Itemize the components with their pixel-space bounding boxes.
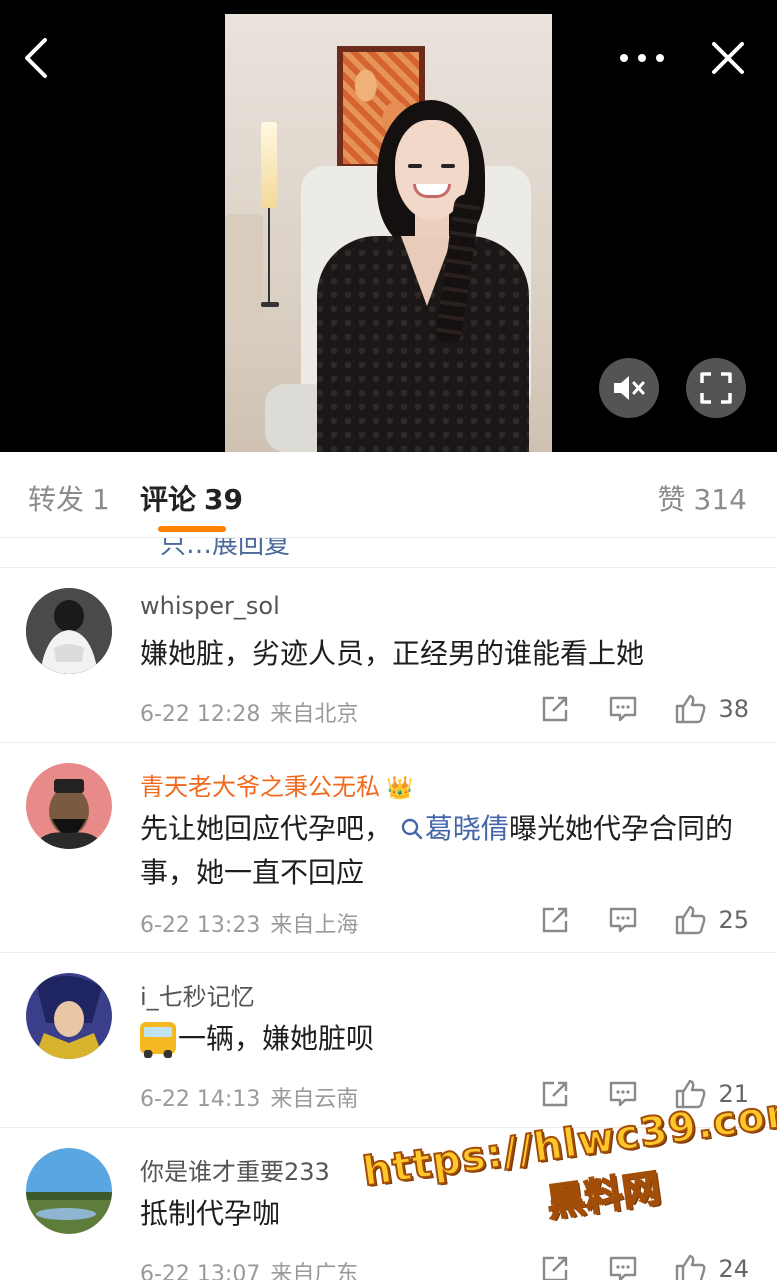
tab-like-label: 赞 xyxy=(657,483,686,516)
crown-badge-icon: 👑 xyxy=(386,776,414,801)
close-icon xyxy=(712,42,744,74)
like-button[interactable] xyxy=(674,692,708,726)
mute-button[interactable] xyxy=(599,358,659,418)
avatar[interactable] xyxy=(26,973,112,1059)
tab-repost-count: 1 xyxy=(92,483,110,516)
sofa xyxy=(225,214,263,324)
comment-text-part: 一辆，嫌她脏呗 xyxy=(178,1022,375,1055)
comment-location: 来自广东 xyxy=(270,1262,359,1280)
tab-repost-label: 转发 xyxy=(28,483,85,516)
comment-meta: 6-22 13:07 来自广东 xyxy=(140,1256,358,1280)
reply-button[interactable] xyxy=(606,1077,640,1111)
share-button[interactable] xyxy=(538,692,572,726)
video-frame xyxy=(225,14,552,452)
comment-date: 6-22 12:28 xyxy=(140,702,261,727)
like-count: 38 xyxy=(718,695,749,723)
vip-username-text: 青天老大爷之秉公无私 xyxy=(140,773,380,801)
share-button[interactable] xyxy=(538,903,572,937)
comment-username[interactable]: whisper_sol xyxy=(140,592,280,620)
comment-location: 来自上海 xyxy=(270,913,359,938)
like-button[interactable] xyxy=(674,903,708,937)
chevron-left-icon xyxy=(25,38,47,78)
like-count: 25 xyxy=(718,906,749,934)
avatar-image xyxy=(26,588,112,674)
comment-meta: 6-22 12:28 来自北京 xyxy=(140,696,358,728)
tab-bar: 转发 1 评论 39 赞 314 xyxy=(0,452,777,538)
share-button[interactable] xyxy=(538,1077,572,1111)
partial-reply-text: 只…展回复 xyxy=(160,538,291,560)
reply-button[interactable] xyxy=(606,903,640,937)
comment-actions: 24 xyxy=(504,1252,749,1280)
comment-username[interactable]: 青天老大爷之秉公无私 👑 xyxy=(140,767,413,802)
tab-comment-label: 评论 xyxy=(140,483,197,516)
comment-username[interactable]: i_七秒记忆 xyxy=(140,977,255,1012)
search-icon xyxy=(401,818,423,840)
comment-location: 来自云南 xyxy=(270,1087,359,1112)
comment-date: 6-22 13:23 xyxy=(140,913,261,938)
comment-item: whisper_sol 嫌她脏，劣迹人员，正经男的谁能看上她 6-22 12:2… xyxy=(0,568,777,743)
avatar[interactable] xyxy=(26,588,112,674)
comment-item: 青天老大爷之秉公无私 👑 先让她回应代孕吧， 葛晓倩曝光她代孕合同的事，她一直不回… xyxy=(0,743,777,953)
comment-icon xyxy=(610,907,637,933)
eye xyxy=(408,164,422,168)
lamp-pole xyxy=(268,208,270,304)
close-button[interactable] xyxy=(704,34,752,82)
comment-meta: 6-22 14:13 来自云南 xyxy=(140,1081,358,1113)
comment-date: 6-22 13:07 xyxy=(140,1262,261,1280)
tab-comment-count: 39 xyxy=(204,483,243,516)
like-button[interactable] xyxy=(674,1252,708,1280)
topic-mention-link[interactable]: 葛晓倩 xyxy=(401,812,509,845)
avatar-image xyxy=(26,763,112,849)
tab-like[interactable]: 赞 314 xyxy=(658,478,747,518)
tab-comment[interactable]: 评论 39 xyxy=(140,478,243,518)
comment-item: i_七秒记忆 一辆，嫌她脏呗 6-22 14:13 来自云南 21 xyxy=(0,953,777,1128)
reply-button[interactable] xyxy=(606,1252,640,1280)
share-icon xyxy=(543,907,568,933)
share-icon xyxy=(543,696,568,722)
share-button[interactable] xyxy=(538,1252,572,1280)
comment-date: 6-22 14:13 xyxy=(140,1087,261,1112)
comment-location: 来自北京 xyxy=(270,702,359,727)
comment-text-part: 先让她回应代孕吧， xyxy=(140,812,393,845)
comment-username[interactable]: 你是谁才重要233 xyxy=(140,1152,330,1187)
lamp-base xyxy=(261,302,279,307)
comment-text: 先让她回应代孕吧， 葛晓倩曝光她代孕合同的事，她一直不回应 xyxy=(140,807,750,895)
partial-reply-row[interactable]: 只…展回复 xyxy=(0,538,777,568)
comment-actions: 38 xyxy=(504,692,749,726)
avatar[interactable] xyxy=(26,1148,112,1234)
share-icon xyxy=(543,1256,568,1280)
back-button[interactable] xyxy=(14,34,58,82)
comment-actions: 25 xyxy=(504,903,749,937)
more-dots-icon xyxy=(620,54,664,62)
reply-button[interactable] xyxy=(606,692,640,726)
comment-icon xyxy=(610,1256,637,1280)
comment-text: 嫌她脏，劣迹人员，正经男的谁能看上她 xyxy=(140,637,645,670)
tab-like-count: 314 xyxy=(693,483,747,516)
eye xyxy=(441,164,455,168)
avatar-image xyxy=(26,1148,112,1234)
mention-text: 葛晓倩 xyxy=(424,812,509,845)
fullscreen-button[interactable] xyxy=(686,358,746,418)
thumbs-up-icon xyxy=(676,1254,706,1280)
active-tab-indicator xyxy=(158,526,226,532)
like-count: 24 xyxy=(718,1255,749,1280)
share-icon xyxy=(543,1081,568,1107)
comment-text: 一辆，嫌她脏呗 xyxy=(140,1017,750,1061)
mute-icon xyxy=(614,376,645,400)
tab-repost[interactable]: 转发 1 xyxy=(28,478,110,518)
fullscreen-icon xyxy=(700,372,732,404)
comment-icon xyxy=(610,1081,637,1107)
comment-icon xyxy=(610,696,637,722)
avatar[interactable] xyxy=(26,763,112,849)
thumbs-up-icon xyxy=(676,694,706,724)
thumbs-up-icon xyxy=(676,905,706,935)
bus-emoji-icon xyxy=(140,1022,176,1058)
comment-meta: 6-22 13:23 来自上海 xyxy=(140,907,358,939)
floor-lamp xyxy=(261,122,277,208)
avatar-image xyxy=(26,973,112,1059)
more-options-button[interactable] xyxy=(612,36,672,80)
video-player[interactable] xyxy=(0,0,777,452)
